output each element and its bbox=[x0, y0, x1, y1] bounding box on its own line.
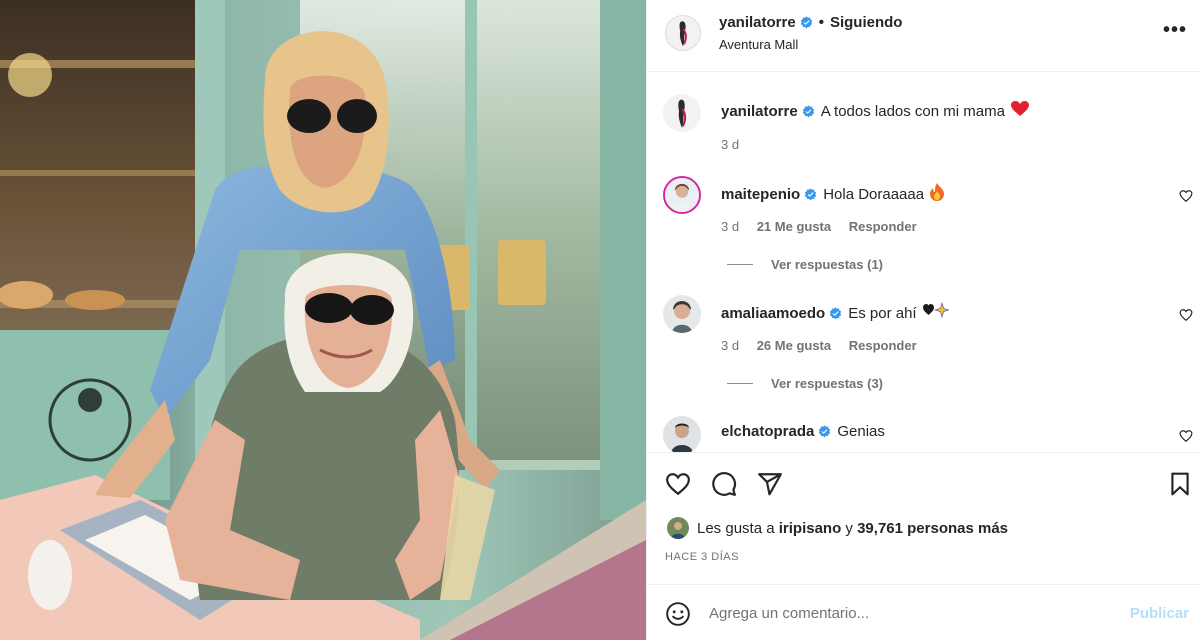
like-heart-icon[interactable] bbox=[665, 471, 691, 497]
verified-badge-icon bbox=[802, 104, 815, 118]
liker-avatar[interactable] bbox=[667, 517, 689, 539]
verified-badge-icon bbox=[800, 16, 813, 29]
comment-username[interactable]: yanilatorre bbox=[721, 103, 798, 120]
fire-emoji-icon bbox=[930, 183, 945, 205]
follow-status-button[interactable]: Siguiendo bbox=[830, 14, 903, 31]
likes-connector: y bbox=[845, 519, 853, 537]
likes-count[interactable]: 39,761 personas más bbox=[857, 520, 1008, 537]
author-avatar[interactable] bbox=[665, 15, 701, 51]
view-replies-button[interactable]: Ver respuestas (3) bbox=[727, 376, 883, 391]
caption-text: yanilatorre A todos lados con mi mama bbox=[721, 101, 1029, 121]
like-comment-heart-icon[interactable] bbox=[1179, 189, 1193, 203]
add-comment-bar: Publicar bbox=[647, 584, 1200, 640]
comment-bubble-icon[interactable] bbox=[711, 471, 737, 497]
comment-text: Hola Doraaaaa bbox=[823, 185, 925, 203]
comment-meta: 3 d 21 Me gusta Responder bbox=[721, 219, 931, 234]
add-comment-input[interactable] bbox=[709, 599, 1109, 627]
comment-avatar[interactable] bbox=[663, 295, 701, 333]
header-title: yanilatorre • Siguiendo bbox=[719, 14, 902, 31]
share-paper-plane-icon[interactable] bbox=[757, 471, 783, 497]
post-header: yanilatorre • Siguiendo Aventura Mall ••… bbox=[647, 0, 1200, 72]
likes-prefix: Les gusta a bbox=[697, 519, 775, 537]
comment-text: Genias bbox=[837, 423, 885, 440]
view-replies-label: Ver respuestas (3) bbox=[771, 376, 884, 391]
post-action-bar bbox=[647, 452, 1200, 512]
comment-content: maitepenio Hola Doraaaaa bbox=[721, 183, 945, 205]
comments-list[interactable]: yanilatorre A todos lados con mi mama 3 … bbox=[647, 72, 1200, 452]
emoji-smiley-icon[interactable] bbox=[665, 601, 691, 627]
replies-line-divider bbox=[727, 264, 753, 265]
reply-button[interactable]: Responder bbox=[849, 219, 917, 234]
replies-line-divider bbox=[727, 383, 753, 384]
comment-time: 3 d bbox=[721, 137, 740, 152]
more-options-icon[interactable]: ••• bbox=[1163, 20, 1187, 40]
comment-likes-count[interactable]: 21 Me gusta bbox=[757, 219, 831, 234]
like-comment-heart-icon[interactable] bbox=[1179, 308, 1193, 322]
comment-likes-count[interactable]: 26 Me gusta bbox=[757, 338, 831, 353]
view-replies-button[interactable]: Ver respuestas (1) bbox=[727, 257, 883, 272]
red-heart-emoji-icon bbox=[1010, 101, 1029, 121]
comment-username[interactable]: elchatoprada bbox=[721, 423, 814, 440]
heart-sparkles-emoji-icon bbox=[922, 301, 951, 324]
comment-content: elchatoprada Genias bbox=[721, 423, 885, 440]
save-bookmark-icon[interactable] bbox=[1167, 471, 1193, 497]
verified-badge-icon bbox=[804, 187, 817, 201]
comment-meta: 3 d 26 Me gusta Responder bbox=[721, 338, 931, 353]
reply-button[interactable]: Responder bbox=[849, 338, 917, 353]
post-location[interactable]: Aventura Mall bbox=[719, 37, 798, 52]
post-side-panel: yanilatorre • Siguiendo Aventura Mall ••… bbox=[646, 0, 1200, 640]
comment-avatar[interactable] bbox=[663, 176, 701, 214]
post-photo[interactable] bbox=[0, 0, 646, 640]
post-timestamp[interactable]: HACE 3 DÍAS bbox=[665, 551, 739, 563]
caption-meta: 3 d bbox=[721, 137, 753, 152]
comment-content: amaliaamoedo Es por ahí bbox=[721, 301, 951, 324]
comment-username[interactable]: amaliaamoedo bbox=[721, 305, 825, 322]
comment-text: Es por ahí bbox=[848, 304, 917, 322]
verified-badge-icon bbox=[829, 306, 842, 320]
view-replies-label: Ver respuestas (1) bbox=[771, 257, 884, 272]
likes-summary[interactable]: Les gusta a iripisano y 39,761 personas … bbox=[667, 517, 1008, 539]
comment-avatar[interactable] bbox=[663, 416, 701, 452]
post-image bbox=[0, 0, 646, 640]
verified-badge-icon bbox=[818, 425, 831, 438]
like-comment-heart-icon[interactable] bbox=[1179, 429, 1193, 443]
separator-dot: • bbox=[818, 14, 824, 31]
comment-text: A todos lados con mi mama bbox=[820, 102, 1005, 120]
author-username[interactable]: yanilatorre bbox=[719, 14, 796, 31]
comment-time: 3 d bbox=[721, 219, 740, 234]
comment-time: 3 d bbox=[721, 338, 740, 353]
liker-username[interactable]: iripisano bbox=[779, 520, 842, 537]
caption-avatar[interactable] bbox=[663, 94, 701, 132]
comment-username[interactable]: maitepenio bbox=[721, 186, 800, 203]
publish-button[interactable]: Publicar bbox=[1130, 605, 1189, 622]
